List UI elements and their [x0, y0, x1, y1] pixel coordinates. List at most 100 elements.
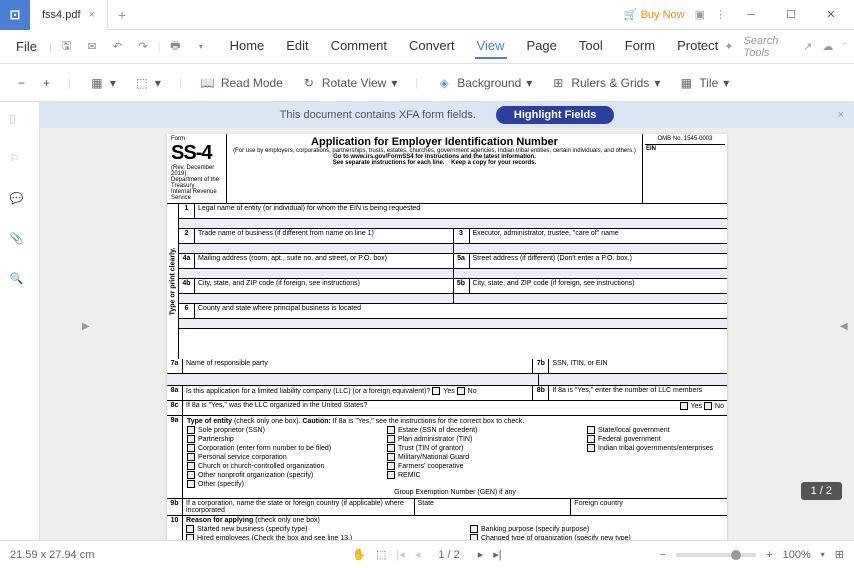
nav-next-icon[interactable]: ◀: [840, 321, 852, 341]
print-dropdown-icon[interactable]: ▾: [190, 35, 211, 59]
checkbox[interactable]: [187, 480, 195, 488]
app-logo: ⊡: [0, 0, 30, 30]
zoom-dropdown-icon[interactable]: ▾: [821, 550, 825, 559]
fit-page-button[interactable]: ⬚▾: [134, 75, 161, 91]
cloud-icon[interactable]: ☁: [822, 40, 833, 53]
search-icon[interactable]: 🔍: [10, 272, 30, 292]
checkbox[interactable]: [187, 471, 195, 479]
thumbnails-icon[interactable]: ▯: [10, 112, 30, 132]
checkbox[interactable]: [187, 453, 195, 461]
attachments-icon[interactable]: 📎: [10, 232, 30, 252]
tab-edit[interactable]: Edit: [284, 34, 310, 59]
menu-icon[interactable]: ⋮: [715, 8, 726, 21]
checkbox[interactable]: [387, 453, 395, 461]
tab-comment[interactable]: Comment: [329, 34, 389, 59]
select-tool-icon[interactable]: ⬚: [376, 548, 386, 561]
gift-icon[interactable]: ▣: [695, 8, 705, 21]
save-icon[interactable]: 🖫: [56, 35, 77, 59]
checkbox[interactable]: [457, 387, 465, 395]
undo-icon[interactable]: ↶: [107, 35, 128, 59]
type-print-label: Type or print clearly.: [169, 248, 176, 316]
rotate-view-button[interactable]: ↻Rotate View▾: [301, 75, 398, 91]
banner-close-icon[interactable]: ×: [838, 109, 844, 121]
checkbox[interactable]: [587, 426, 595, 434]
entity-option: REMIC: [387, 471, 557, 479]
checkbox[interactable]: [387, 444, 395, 452]
checkbox[interactable]: [186, 525, 194, 533]
checkbox[interactable]: [470, 525, 478, 533]
checkbox[interactable]: [587, 444, 595, 452]
checkbox[interactable]: [187, 426, 195, 434]
line8c-label: If 8a is "Yes," was the LLC organized in…: [183, 401, 727, 415]
checkbox[interactable]: [387, 435, 395, 443]
pdf-page: Form SS-4 (Rev. December 2019) Departmen…: [167, 134, 727, 540]
entity-option: Farmers' cooperative: [387, 462, 557, 470]
line1-label: Legal name of entity (or individual) for…: [195, 204, 727, 218]
checkbox[interactable]: [587, 435, 595, 443]
hand-tool-icon[interactable]: ✋: [352, 548, 366, 561]
form-number: SS-4: [171, 142, 222, 165]
bookmarks-icon[interactable]: ⚐: [10, 152, 30, 172]
buy-now-link[interactable]: 🛒 Buy Now: [624, 8, 685, 21]
page-number[interactable]: 1 / 2: [430, 547, 467, 563]
highlight-fields-button[interactable]: Highlight Fields: [496, 106, 615, 124]
entity-option: Church or church-controlled organization: [187, 462, 357, 470]
nav-prev-icon[interactable]: ▶: [82, 321, 94, 341]
print-icon[interactable]: 🖶: [165, 35, 186, 59]
entity-option: Sole proprietor (SSN): [187, 426, 357, 434]
maximize-button[interactable]: ☐: [776, 0, 806, 30]
fit-actual-button[interactable]: ▦▾: [89, 75, 116, 91]
tab-protect[interactable]: Protect: [675, 34, 720, 59]
last-page-icon[interactable]: ▸|: [493, 548, 501, 561]
foreign-label: Foreign country: [571, 499, 727, 515]
search-star-icon[interactable]: ✦: [724, 40, 733, 53]
file-menu[interactable]: File: [8, 35, 45, 58]
background-button[interactable]: ◈Background▾: [436, 75, 532, 91]
chevron-down-icon[interactable]: ˇ: [843, 42, 846, 51]
tab-tool[interactable]: Tool: [577, 34, 605, 59]
mail-icon[interactable]: ✉: [81, 35, 102, 59]
close-window-button[interactable]: ✕: [816, 0, 846, 30]
zoom-thumb[interactable]: [731, 550, 741, 560]
zoom-in-button[interactable]: +: [43, 76, 50, 90]
line6-label: County and state where principal busines…: [195, 304, 727, 318]
prev-page-icon[interactable]: ◂: [415, 548, 421, 561]
checkbox[interactable]: [387, 471, 395, 479]
line7b-label: SSN, ITIN, or EIN: [549, 359, 727, 373]
comments-icon[interactable]: 💬: [10, 192, 30, 212]
fit-screen-icon[interactable]: ⊞: [835, 548, 844, 561]
checkbox[interactable]: [387, 462, 395, 470]
redo-icon[interactable]: ↷: [132, 35, 153, 59]
zoom-level[interactable]: 100%: [783, 549, 811, 561]
document-tab[interactable]: fss4.pdf ×: [30, 0, 108, 30]
tab-form[interactable]: Form: [623, 34, 657, 59]
close-tab-icon[interactable]: ×: [89, 9, 95, 21]
checkbox[interactable]: [680, 402, 688, 410]
omb: OMB No. 1545-0003: [657, 136, 712, 142]
checkbox[interactable]: [187, 435, 195, 443]
tab-page[interactable]: Page: [525, 34, 559, 59]
new-tab-button[interactable]: +: [108, 7, 136, 23]
next-page-icon[interactable]: ▸: [478, 548, 484, 561]
first-page-icon[interactable]: |◂: [396, 548, 404, 561]
share-icon[interactable]: ↗: [803, 40, 812, 53]
checkbox[interactable]: [387, 426, 395, 434]
minimize-button[interactable]: ─: [736, 0, 766, 30]
search-tools-input[interactable]: Search Tools: [744, 35, 794, 59]
tab-home[interactable]: Home: [228, 34, 267, 59]
tab-convert[interactable]: Convert: [407, 34, 457, 59]
tab-view[interactable]: View: [475, 34, 507, 59]
checkbox[interactable]: [187, 462, 195, 470]
line2-label: Trade name of business (if different fro…: [195, 229, 454, 243]
checkbox[interactable]: [432, 387, 440, 395]
zoom-out-button[interactable]: −: [18, 76, 25, 90]
checkbox[interactable]: [187, 444, 195, 452]
checkbox[interactable]: [704, 402, 712, 410]
read-mode-button[interactable]: 📖Read Mode: [200, 75, 283, 91]
instructions-line: See separate instructions for each line.…: [229, 160, 640, 166]
tile-button[interactable]: ▦Tile▾: [678, 75, 729, 91]
zoom-out-icon[interactable]: −: [660, 549, 666, 561]
zoom-in-icon[interactable]: +: [766, 549, 772, 561]
zoom-slider[interactable]: [676, 553, 756, 557]
rulers-grids-button[interactable]: ⊞Rulers & Grids▾: [550, 75, 660, 91]
